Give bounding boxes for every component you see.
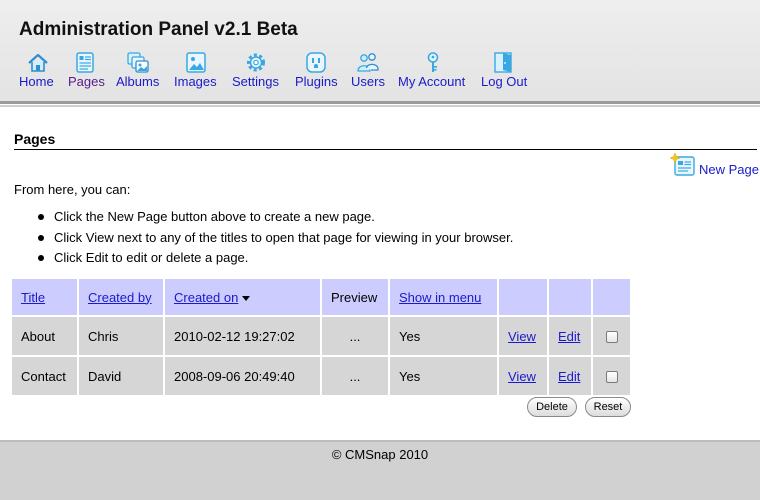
sort-show-in-menu-link[interactable]: Show in menu xyxy=(399,290,481,305)
delete-button[interactable]: Delete xyxy=(527,397,577,417)
home-icon xyxy=(28,53,48,72)
sort-desc-icon xyxy=(242,295,251,301)
new-page-link[interactable]: New Page xyxy=(670,153,760,179)
cell-show-in-menu: Yes xyxy=(390,317,497,355)
copyright-text: © CMSnap 2010 xyxy=(331,447,429,462)
key-icon xyxy=(427,52,439,72)
page-title: Pages xyxy=(14,131,56,147)
cell-created-by: David xyxy=(79,357,163,395)
header-preview: Preview xyxy=(322,279,388,315)
list-item: Click the New Page button above to creat… xyxy=(36,209,513,230)
header-view-col xyxy=(499,279,547,315)
pages-table: Title Created by Created on Preview Show… xyxy=(10,277,632,397)
pages-icon xyxy=(76,52,94,73)
header-created-by: Created by xyxy=(79,279,163,315)
header-divider xyxy=(0,101,760,104)
door-icon xyxy=(494,52,512,73)
edit-link[interactable]: Edit xyxy=(558,329,580,344)
gear-icon xyxy=(247,53,265,72)
cell-created-on: 2008-09-06 20:49:40 xyxy=(165,357,320,395)
cell-created-on: 2010-02-12 19:27:02 xyxy=(165,317,320,355)
sort-title-link[interactable]: Title xyxy=(21,290,45,305)
cell-view: View xyxy=(499,317,547,355)
new-page-label: New Page xyxy=(699,162,759,177)
nav-users-label: Users xyxy=(351,74,385,89)
albums-icon xyxy=(127,52,149,73)
edit-link[interactable]: Edit xyxy=(558,369,580,384)
cell-show-in-menu: Yes xyxy=(390,357,497,395)
images-icon xyxy=(186,52,206,73)
new-page-icon xyxy=(670,153,695,176)
plug-icon xyxy=(306,52,326,73)
nav-plugins-label: Plugins xyxy=(295,74,338,89)
sort-created-on-link[interactable]: Created on xyxy=(174,290,238,305)
list-item: Click View next to any of the titles to … xyxy=(36,230,513,251)
header-select-col xyxy=(593,279,630,315)
nav-pages-label: Pages xyxy=(68,74,105,89)
header-edit-col xyxy=(549,279,591,315)
nav-my-account-label: My Account xyxy=(398,74,466,89)
cell-edit: Edit xyxy=(549,317,591,355)
table-row: About Chris 2010-02-12 19:27:02 ... Yes … xyxy=(12,317,630,355)
intro-text: From here, you can: xyxy=(14,182,131,197)
nav-log-out-label: Log Out xyxy=(481,74,528,89)
nav-albums-label: Albums xyxy=(116,74,160,89)
header-show-in-menu: Show in menu xyxy=(390,279,497,315)
view-link[interactable]: View xyxy=(508,369,536,384)
cell-edit: Edit xyxy=(549,357,591,395)
table-header-row: Title Created by Created on Preview Show… xyxy=(12,279,630,315)
header-created-on: Created on xyxy=(165,279,320,315)
cell-select xyxy=(593,357,630,395)
nav-settings-label: Settings xyxy=(232,74,279,89)
cell-select xyxy=(593,317,630,355)
header: Administration Panel v2.1 Beta Home Page… xyxy=(0,0,760,104)
nav-home-label: Home xyxy=(19,74,54,89)
app-title: Administration Panel v2.1 Beta xyxy=(19,19,298,40)
cell-preview: ... xyxy=(322,357,388,395)
row-checkbox[interactable] xyxy=(605,371,618,384)
reset-button[interactable]: Reset xyxy=(585,397,631,417)
cell-preview: ... xyxy=(322,317,388,355)
list-item: Click Edit to edit or delete a page. xyxy=(36,250,513,271)
header-title: Title xyxy=(12,279,77,315)
cell-title: Contact xyxy=(12,357,77,395)
users-icon xyxy=(357,53,379,72)
header-divider-light xyxy=(0,105,760,107)
cell-view: View xyxy=(499,357,547,395)
cell-created-by: Chris xyxy=(79,317,163,355)
footer: © CMSnap 2010 xyxy=(0,442,760,500)
title-divider xyxy=(14,149,757,150)
table-row: Contact David 2008-09-06 20:49:40 ... Ye… xyxy=(12,357,630,395)
instructions-list: Click the New Page button above to creat… xyxy=(36,209,513,271)
sort-created-by-link[interactable]: Created by xyxy=(88,290,152,305)
cell-title: About xyxy=(12,317,77,355)
nav-images-label: Images xyxy=(174,74,217,89)
main-nav: Home Pages Albums Images Settings Plugin… xyxy=(0,51,760,93)
row-checkbox[interactable] xyxy=(605,331,618,344)
view-link[interactable]: View xyxy=(508,329,536,344)
